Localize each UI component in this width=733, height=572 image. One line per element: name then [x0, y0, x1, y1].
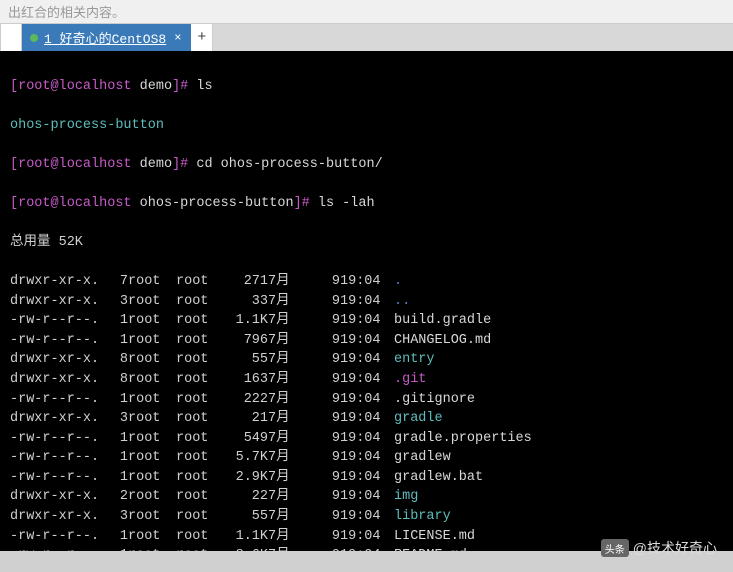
file-row: drwxr-xr-x. 3 root root 55 7月9 19:04 lib…: [10, 507, 723, 527]
output-line: ohos-process-button: [10, 116, 723, 136]
file-row: drwxr-xr-x. 3 root root 21 7月9 19:04 gra…: [10, 409, 723, 429]
file-row: -rw-r--r--. 1 root root 5.7K 7月9 19:04 g…: [10, 448, 723, 468]
file-row: -rw-r--r--. 1 root root 796 7月9 19:04 CH…: [10, 331, 723, 351]
file-row: -rw-r--r--. 1 root root 2.9K 7月9 19:04 g…: [10, 468, 723, 488]
file-row: -rw-r--r--. 1 root root 222 7月9 19:04 .g…: [10, 390, 723, 410]
tab-title: 1 好奇心的CentOS8: [44, 28, 166, 47]
file-row: drwxr-xr-x. 8 root root 163 7月9 19:04 .g…: [10, 370, 723, 390]
toutiao-icon: 头条: [601, 539, 629, 557]
cropped-header-text: 出红合的相关内容。: [0, 0, 733, 23]
total-line: 总用量 52K: [10, 233, 723, 253]
close-icon[interactable]: ×: [172, 31, 183, 45]
file-row: drwxr-xr-x. 8 root root 55 7月9 19:04 ent…: [10, 350, 723, 370]
file-row: -rw-r--r--. 1 root root 549 7月9 19:04 gr…: [10, 429, 723, 449]
watermark: 头条 @技术好奇心: [601, 538, 717, 558]
prompt-line-2: [root@localhost demo]# cd ohos-process-b…: [10, 155, 723, 175]
status-dot-icon: [30, 34, 38, 42]
watermark-text: @技术好奇心: [633, 538, 717, 558]
file-row: -rw-r--r--. 1 root root 1.1K 7月9 19:04 b…: [10, 311, 723, 331]
file-row: drwxr-xr-x. 2 root root 22 7月9 19:04 img: [10, 487, 723, 507]
tab-left-stub[interactable]: [0, 24, 22, 51]
file-listing: drwxr-xr-x. 7 root root 271 7月9 19:04 .d…: [10, 272, 723, 551]
file-row: drwxr-xr-x. 3 root root 33 7月9 19:04 ..: [10, 292, 723, 312]
file-row: drwxr-xr-x. 7 root root 271 7月9 19:04 .: [10, 272, 723, 292]
tab-bar: 1 好奇心的CentOS8 × +: [0, 23, 733, 51]
prompt-line-3: [root@localhost ohos-process-button]# ls…: [10, 194, 723, 214]
terminal-output[interactable]: [root@localhost demo]# ls ohos-process-b…: [0, 51, 733, 551]
terminal-tab[interactable]: 1 好奇心的CentOS8 ×: [22, 24, 191, 51]
add-tab-button[interactable]: +: [191, 24, 213, 51]
prompt-line-1: [root@localhost demo]# ls: [10, 77, 723, 97]
